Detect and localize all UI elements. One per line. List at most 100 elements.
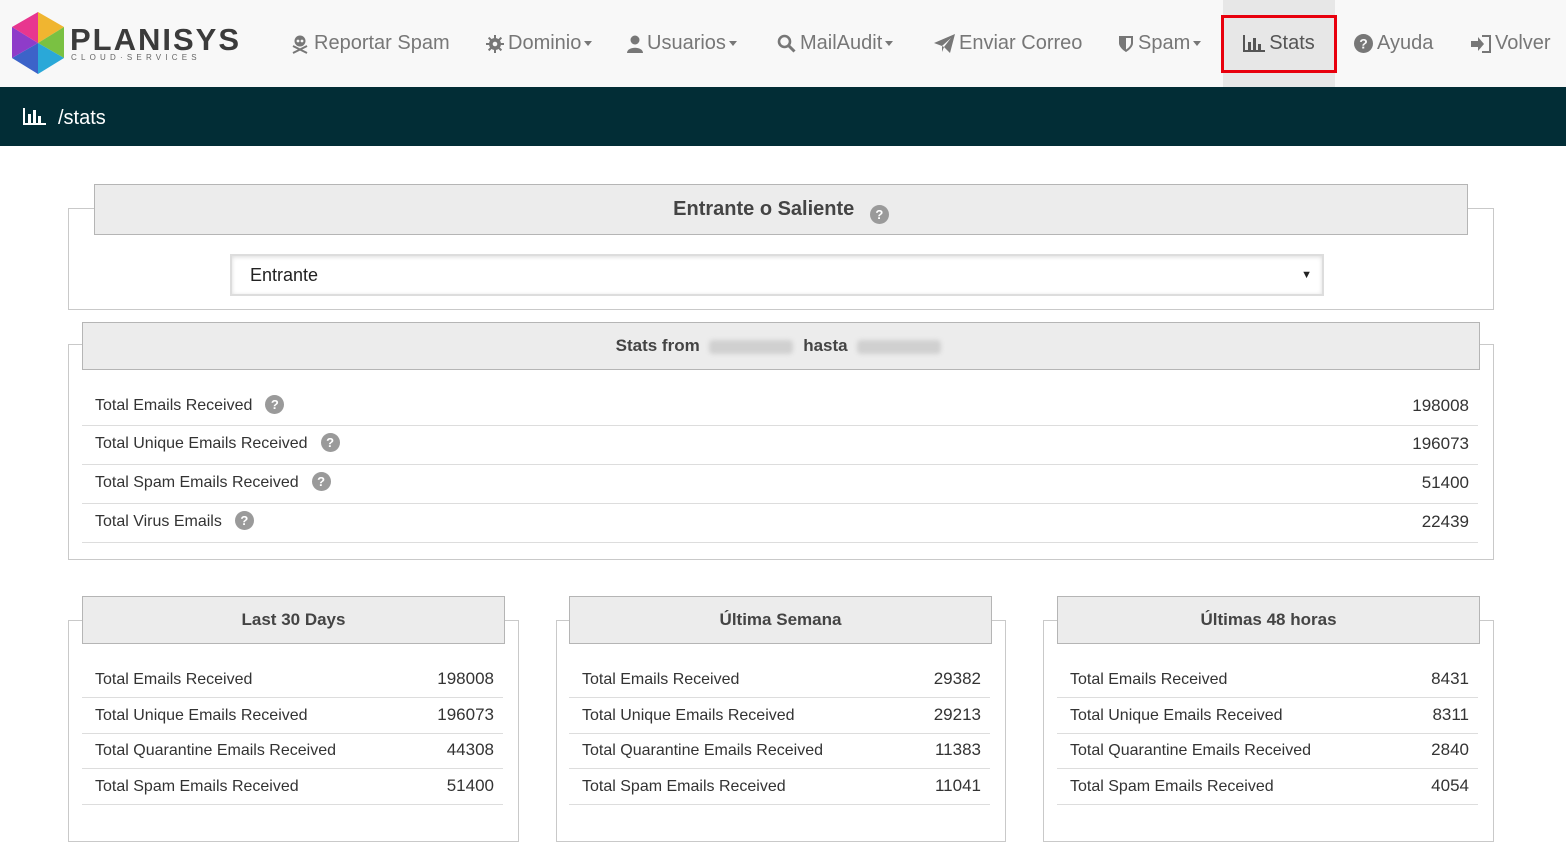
stat-label: Total Emails Received xyxy=(95,397,253,414)
period-row: Total Unique Emails Received 196073 xyxy=(82,698,503,734)
gear-icon xyxy=(486,34,504,53)
breadcrumb-path: /stats xyxy=(58,107,106,129)
summary-panel-header: Stats from hasta xyxy=(82,322,1480,370)
period-panel-header: Última Semana xyxy=(569,596,992,644)
period-panel-header: Last 30 Days xyxy=(82,596,505,644)
stat-label: Total Unique Emails Received xyxy=(95,435,308,452)
stat-label: Total Spam Emails Received xyxy=(95,474,299,491)
nav-label: Volver xyxy=(1495,32,1551,54)
nav-usuarios[interactable]: Usuarios xyxy=(627,0,737,87)
summary-row: Total Emails Received? 198008 xyxy=(82,388,1478,426)
direction-title: Entrante o Saliente xyxy=(673,198,855,220)
chevron-down-icon xyxy=(1193,41,1202,46)
help-icon[interactable]: ? xyxy=(320,432,340,452)
stat-label: Total Unique Emails Received xyxy=(95,707,308,724)
summary-row: Total Unique Emails Received? 196073 xyxy=(82,426,1478,465)
user-icon xyxy=(627,35,643,53)
stat-label: Total Unique Emails Received xyxy=(582,707,795,724)
nav-dominio[interactable]: Dominio xyxy=(486,0,593,87)
period-panel-header: Últimas 48 horas xyxy=(1057,596,1480,644)
stat-label: Total Spam Emails Received xyxy=(1070,778,1274,795)
direction-panel-header: Entrante o Saliente ? xyxy=(94,184,1468,235)
dropdown-arrow-icon: ▼ xyxy=(1301,269,1312,281)
period-row: Total Quarantine Emails Received 11383 xyxy=(569,733,990,769)
nav-label: Enviar Correo xyxy=(959,32,1083,54)
stat-value: 11383 xyxy=(934,740,981,759)
summary-row: Total Virus Emails? 22439 xyxy=(82,504,1478,543)
planisys-logo-icon xyxy=(12,12,64,74)
summary-row: Total Spam Emails Received? 51400 xyxy=(82,465,1478,504)
stat-label: Total Emails Received xyxy=(582,671,740,688)
chevron-down-icon xyxy=(584,41,593,46)
direction-selected-value: Entrante xyxy=(250,265,319,285)
period-title: Últimas 48 horas xyxy=(1200,610,1337,629)
stat-value: 2840 xyxy=(1431,740,1469,759)
stat-value: 196073 xyxy=(1412,434,1469,453)
stat-label: Total Emails Received xyxy=(1070,671,1228,688)
period-row: Total Unique Emails Received 8311 xyxy=(1057,698,1478,734)
stat-value: 29213 xyxy=(933,705,981,724)
stat-value: 198008 xyxy=(437,669,494,688)
nav-label: Reportar Spam xyxy=(314,32,450,54)
stat-value: 22439 xyxy=(1421,512,1469,531)
breadcrumb-bar: /stats xyxy=(0,87,1566,146)
sign-in-icon xyxy=(1471,34,1491,53)
nav-mailaudit[interactable]: MailAudit xyxy=(777,0,894,87)
stat-label: Total Quarantine Emails Received xyxy=(582,742,824,759)
stat-label: Total Spam Emails Received xyxy=(582,778,786,795)
chevron-down-icon xyxy=(885,41,894,46)
period-row: Total Spam Emails Received 4054 xyxy=(1057,769,1478,805)
stat-value: 8311 xyxy=(1432,705,1469,724)
period-title: Last 30 Days xyxy=(241,610,346,629)
brand-logo[interactable]: PLANISYS CLOUD·SERVICES xyxy=(10,12,239,74)
help-icon[interactable]: ? xyxy=(265,394,285,414)
nav-ayuda[interactable]: ? Ayuda xyxy=(1354,0,1433,87)
nav-volver[interactable]: Volver xyxy=(1471,0,1551,87)
help-icon[interactable]: ? xyxy=(869,205,889,225)
stat-value: 11041 xyxy=(934,776,981,795)
paper-plane-icon xyxy=(934,34,955,53)
nav-reportar-spam[interactable]: Reportar Spam xyxy=(290,0,450,87)
nav-enviar-correo[interactable]: Enviar Correo xyxy=(934,0,1082,87)
nav-spam[interactable]: Spam xyxy=(1118,0,1202,87)
stat-value: 44308 xyxy=(446,740,494,759)
period-row: Total Emails Received 29382 xyxy=(569,662,990,698)
period-row: Total Quarantine Emails Received 44308 xyxy=(82,733,503,769)
nav-label: Usuarios xyxy=(647,32,726,54)
skull-crossbones-icon xyxy=(292,35,308,54)
summary-title-prefix: Stats from xyxy=(615,336,700,355)
top-navbar: PLANISYS CLOUD·SERVICES Reportar Spam Do… xyxy=(0,0,1566,87)
shield-icon xyxy=(1119,36,1133,52)
search-icon xyxy=(777,34,796,53)
period-row: Total Emails Received 198008 xyxy=(82,662,503,698)
period-title: Última Semana xyxy=(719,610,842,629)
nav-label: Ayuda xyxy=(1377,32,1434,54)
period-row: Total Spam Emails Received 51400 xyxy=(82,769,503,805)
period-row: Total Spam Emails Received 11041 xyxy=(569,769,990,805)
stat-label: Total Quarantine Emails Received xyxy=(1070,742,1312,759)
chevron-down-icon xyxy=(728,41,737,46)
period-row: Total Unique Emails Received 29213 xyxy=(569,698,990,734)
redacted-end-date xyxy=(857,339,942,354)
bar-chart-icon xyxy=(23,108,46,125)
summary-title-mid: hasta xyxy=(803,336,848,355)
brand-tagline: CLOUD·SERVICES xyxy=(71,53,201,62)
stats-highlight-box xyxy=(1221,15,1337,73)
period-row: Total Quarantine Emails Received 2840 xyxy=(1057,733,1478,769)
stat-label: Total Virus Emails xyxy=(95,513,222,530)
stat-label: Total Emails Received xyxy=(95,671,253,688)
stat-label: Total Unique Emails Received xyxy=(1070,707,1283,724)
stat-value: 29382 xyxy=(933,669,981,688)
help-icon[interactable]: ? xyxy=(311,471,331,491)
nav-label: MailAudit xyxy=(800,32,883,54)
stat-value: 4054 xyxy=(1431,776,1469,795)
stat-label: Total Quarantine Emails Received xyxy=(95,742,337,759)
stat-value: 8431 xyxy=(1431,669,1469,688)
direction-select[interactable]: Entrante ▼ xyxy=(230,254,1324,296)
stat-value: 51400 xyxy=(446,776,494,795)
redacted-start-date xyxy=(709,339,794,354)
question-circle-icon: ? xyxy=(1354,34,1373,53)
help-icon[interactable]: ? xyxy=(234,510,254,530)
nav-label: Dominio xyxy=(508,32,582,54)
stat-value: 196073 xyxy=(437,705,494,724)
